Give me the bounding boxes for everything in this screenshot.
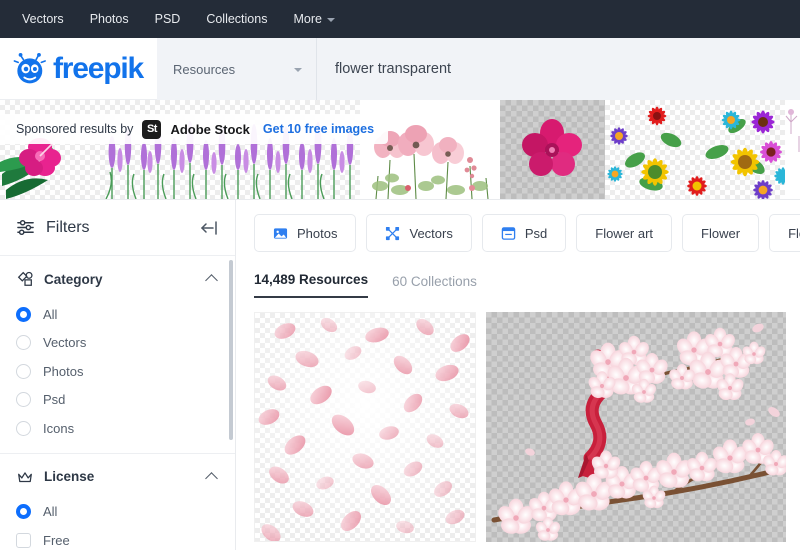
results-main: Photos Vectors Psd Flower art Flower Fl … (236, 200, 800, 550)
crown-license-icon (18, 471, 32, 482)
sponsored-prefix-label: Sponsored results by (16, 122, 134, 136)
page-body: Filters Category All Vectors Photos Psd … (0, 200, 800, 550)
image-photo-icon (273, 227, 288, 239)
filter-option-label: Icons (43, 420, 75, 436)
nav-item-photos[interactable]: Photos (80, 6, 139, 32)
filter-group-title: Category (44, 271, 103, 287)
adobe-stock-name: Adobe Stock (170, 121, 250, 137)
filter-group-header[interactable]: Category (16, 270, 219, 288)
vector-nodes-icon (386, 226, 400, 240)
radio-control[interactable] (16, 335, 31, 351)
filter-option-icons[interactable]: Icons (16, 414, 219, 443)
nav-item-label: Photos (89, 12, 129, 26)
filter-option-photos[interactable]: Photos (16, 357, 219, 386)
checkbox-control[interactable] (16, 532, 31, 548)
collapse-sidebar-arrow-icon[interactable] (199, 219, 219, 237)
sponsored-thumb-colorful-gerbera-daisy-frame[interactable] (605, 100, 785, 199)
filter-option-label: Psd (43, 392, 66, 408)
results-grid (236, 298, 800, 542)
nav-item-label: Vectors (22, 12, 64, 26)
radio-control[interactable] (16, 420, 31, 436)
tab-resources-count[interactable]: 14,489 Resources (254, 272, 369, 298)
freepik-robot-mascot-icon (13, 52, 46, 83)
filter-option-vectors[interactable]: Vectors (16, 329, 219, 358)
filter-option-psd[interactable]: Psd (16, 386, 219, 415)
filter-option-all[interactable]: All (16, 300, 219, 329)
search-input[interactable]: flower transparent (317, 61, 451, 77)
search-scope-select[interactable]: Resources (157, 38, 317, 100)
tab-collections-count[interactable]: 60 Collections (392, 274, 477, 298)
license-option-free[interactable]: Free (16, 526, 219, 550)
filter-option-label: Free (43, 532, 70, 548)
nav-item-label: PSD (154, 12, 181, 26)
result-card-falling-pink-cherry-petals[interactable] (254, 312, 476, 542)
filter-group-header[interactable]: License (16, 468, 219, 486)
nav-item-vectors[interactable]: Vectors (12, 6, 74, 32)
get-free-images-link[interactable]: Get 10 free images (263, 122, 374, 136)
filter-group-license: License All Free (0, 454, 235, 550)
tab-label: Photos (297, 225, 338, 241)
chevron-down-icon (326, 18, 335, 22)
filters-sidebar: Filters Category All Vectors Photos Psd … (0, 200, 236, 550)
search-scope-label: Resources (172, 61, 236, 77)
freepik-logo[interactable]: freepik (0, 52, 157, 86)
nav-item-label: Collections (206, 12, 268, 26)
filter-option-label: All (43, 504, 58, 520)
tab-label: Psd (524, 225, 548, 241)
tab-flower-art[interactable]: Flower art (576, 214, 673, 252)
sponsored-results-strip: Sponsored results by St Adobe Stock Get … (0, 100, 800, 200)
tab-label: Flower art (595, 225, 654, 241)
filter-option-label: All (43, 306, 58, 322)
sponsored-banner: Sponsored results by St Adobe Stock Get … (0, 114, 389, 144)
tab-label: Flower (701, 225, 741, 241)
nav-item-collections[interactable]: Collections (196, 6, 277, 32)
tab-flowers[interactable]: Flowers (769, 214, 800, 252)
filter-option-label: Photos (43, 363, 84, 379)
license-option-all[interactable]: All (16, 498, 219, 527)
tab-vectors[interactable]: Vectors (366, 214, 472, 252)
top-navigation-bar: Vectors Photos PSD Collections More (0, 0, 800, 38)
tab-flower[interactable]: Flower (682, 214, 760, 252)
result-card-cherry-blossom-branch-red-ribbon[interactable] (486, 312, 786, 542)
sidebar-scrollbar[interactable] (229, 260, 233, 440)
radio-control[interactable] (16, 363, 31, 379)
sponsored-thumb-single-magenta-flower[interactable] (500, 100, 605, 199)
search-bar: Resources flower transparent (156, 38, 800, 100)
psd-document-icon (501, 226, 516, 240)
adobe-stock-logo-icon: St (142, 119, 162, 139)
freepik-wordmark: freepik (53, 51, 144, 85)
sponsored-thumb-partial-thumb-edge[interactable] (785, 100, 800, 199)
results-count-tabs: 14,489 Resources 60 Collections (236, 266, 800, 298)
chevron-down-icon (293, 68, 302, 72)
chevron-up-icon[interactable] (205, 471, 218, 485)
category-shapes-icon (17, 271, 33, 286)
filter-group-category: Category All Vectors Photos Psd Icons (0, 256, 235, 454)
quick-filter-tabs: Photos Vectors Psd Flower art Flower Fl (236, 200, 800, 266)
sliders-filter-icon (17, 219, 34, 236)
freepik-search-page: Vectors Photos PSD Collections More free… (0, 0, 800, 550)
nav-item-more[interactable]: More (283, 6, 344, 32)
filter-group-title: License (44, 469, 95, 484)
tab-psd[interactable]: Psd (481, 214, 567, 252)
chevron-up-icon[interactable] (205, 274, 218, 287)
radio-control[interactable] (16, 504, 31, 520)
tab-photos[interactable]: Photos (254, 214, 357, 252)
tab-label: Flowers (788, 225, 800, 241)
tab-label: Vectors (409, 225, 453, 241)
filters-header: Filters (0, 200, 235, 256)
nav-item-label: More (293, 12, 322, 26)
filter-option-label: Vectors (43, 335, 87, 351)
filters-title: Filters (46, 218, 90, 236)
radio-control[interactable] (16, 306, 31, 322)
site-header: freepik Resources flower transparent (0, 38, 800, 100)
radio-control[interactable] (16, 392, 31, 408)
nav-item-psd[interactable]: PSD (145, 6, 191, 32)
